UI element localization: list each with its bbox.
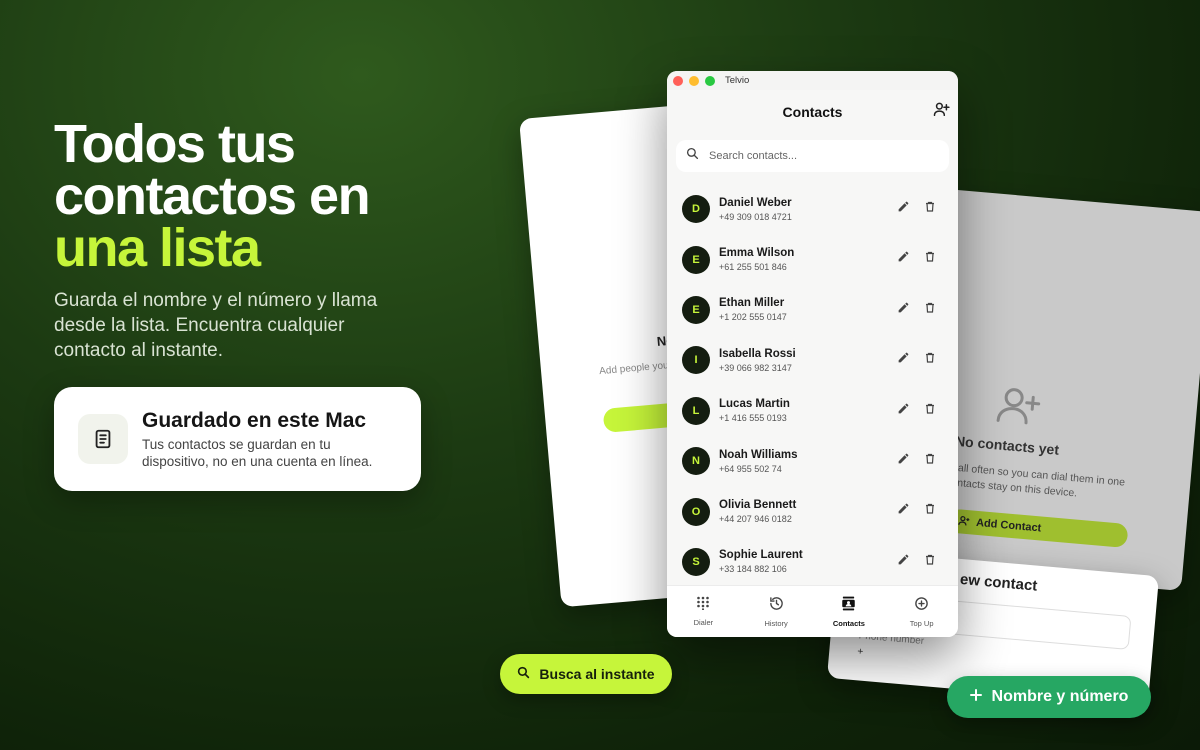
- contact-phone: +61 255 501 846: [719, 262, 787, 273]
- hero-title-line3: una lista: [54, 218, 261, 278]
- search-icon: [686, 147, 699, 165]
- trash-icon[interactable]: [924, 250, 936, 268]
- list-item[interactable]: N Noah Williams +64 955 502 74: [667, 436, 958, 486]
- add-contact-button: Add Contact: [947, 508, 1129, 549]
- add-contact-label: Add Contact: [975, 516, 1042, 535]
- edit-icon[interactable]: [897, 250, 910, 268]
- list-item[interactable]: D Daniel Weber +49 309 018 4721: [667, 184, 958, 234]
- history-icon: [769, 596, 784, 616]
- contact-phone: +39 066 982 3147: [719, 362, 792, 373]
- contact-phone: +33 184 882 106: [719, 564, 787, 575]
- name-number-pill: Nombre y número: [947, 676, 1151, 718]
- list-item[interactable]: O Olivia Bennett +44 207 946 0182: [667, 486, 958, 536]
- trash-icon[interactable]: [924, 351, 936, 369]
- avatar: I: [682, 346, 710, 375]
- tab-label: Dialer: [693, 618, 714, 627]
- contact-phone: +49 309 018 4721: [719, 211, 792, 222]
- avatar: E: [682, 295, 710, 324]
- edit-icon[interactable]: [897, 402, 910, 420]
- contact-list: D Daniel Weber +49 309 018 4721 E Emma Wi…: [667, 184, 958, 587]
- empty-state-title: No contacts yet: [954, 432, 1060, 458]
- name-number-label: Nombre y número: [991, 688, 1129, 705]
- avatar: N: [682, 447, 710, 476]
- contact-name: Isabella Rossi: [719, 347, 796, 360]
- add-person-icon: [994, 384, 1044, 433]
- trash-icon[interactable]: [924, 402, 936, 420]
- hero-subtitle: Guarda el nombre y el número y llama des…: [54, 290, 378, 361]
- minimize-window-button[interactable]: [689, 75, 699, 86]
- list-item[interactable]: S Sophie Laurent +33 184 882 106: [667, 537, 958, 587]
- contact-name: Ethan Miller: [719, 297, 785, 310]
- contact-phone: +64 955 502 74: [719, 463, 782, 474]
- plus-icon: [969, 688, 982, 706]
- edit-icon[interactable]: [897, 553, 910, 571]
- edit-icon[interactable]: [897, 452, 910, 470]
- tab-dialer[interactable]: Dialer: [667, 586, 740, 637]
- empty-state-subtitle: call often so you can dial them in one o…: [950, 461, 1126, 500]
- edit-icon[interactable]: [897, 351, 910, 369]
- contact-name: Emma Wilson: [719, 247, 795, 260]
- contact-phone: +1 416 555 0193: [719, 413, 787, 424]
- contact-name: Olivia Bennett: [719, 499, 797, 512]
- list-item[interactable]: L Lucas Martin +1 416 555 0193: [667, 386, 958, 436]
- search-placeholder: Search contacts...: [709, 150, 798, 162]
- contact-name: Sophie Laurent: [719, 549, 803, 562]
- list-item[interactable]: I Isabella Rossi +39 066 982 3147: [667, 335, 958, 385]
- list-item[interactable]: E Emma Wilson +61 255 501 846: [667, 234, 958, 284]
- avatar: E: [682, 245, 710, 274]
- contact-name: Noah Williams: [719, 448, 798, 461]
- contact-name: Lucas Martin: [719, 398, 790, 411]
- close-window-button[interactable]: [673, 75, 683, 86]
- trash-icon[interactable]: [924, 553, 936, 571]
- page-title: Contacts: [782, 104, 843, 120]
- search-feature-pill: Busca al instante: [500, 654, 672, 694]
- tab-label: Contacts: [832, 618, 865, 628]
- phone-prefix: +: [856, 646, 864, 658]
- search-icon: [517, 666, 530, 682]
- app-name: Telvio: [725, 75, 750, 86]
- plus-circle-icon: [914, 596, 929, 616]
- search-feature-label: Busca al instante: [539, 666, 655, 682]
- tab-history[interactable]: History: [740, 586, 813, 637]
- trash-icon[interactable]: [924, 200, 936, 218]
- add-person-small-icon: [958, 515, 971, 529]
- keypad-icon: [696, 596, 710, 615]
- document-icon: [78, 414, 128, 464]
- header: Contacts: [667, 90, 958, 134]
- info-card-text: Tus contactos se guardan en tu dispositi…: [142, 436, 373, 469]
- hero-title-line2: contactos en: [54, 166, 371, 226]
- add-person-icon[interactable]: [933, 102, 950, 121]
- list-item[interactable]: E Ethan Miller +1 202 555 0147: [667, 285, 958, 335]
- new-contact-title: ew contact: [959, 570, 1038, 595]
- title-bar: Telvio: [667, 71, 958, 90]
- hero-title: Todos tus contactos en una lista: [54, 114, 474, 278]
- zoom-window-button[interactable]: [705, 75, 715, 86]
- tab-top-up[interactable]: Top Up: [885, 586, 958, 637]
- avatar: D: [682, 195, 710, 224]
- avatar: L: [682, 396, 710, 425]
- trash-icon[interactable]: [924, 452, 936, 470]
- tab-contacts[interactable]: Contacts: [813, 586, 886, 637]
- app-window: Telvio Contacts Search contacts... D Dan…: [667, 71, 958, 637]
- contacts-icon: [841, 596, 856, 616]
- info-card-title: Guardado en este Mac: [142, 408, 367, 432]
- tab-bar: Dialer History Contacts Top Up: [667, 585, 958, 637]
- edit-icon[interactable]: [897, 301, 910, 319]
- contact-phone: +44 207 946 0182: [719, 514, 792, 525]
- avatar: O: [682, 497, 710, 526]
- trash-icon[interactable]: [924, 502, 936, 520]
- edit-icon[interactable]: [897, 502, 910, 520]
- edit-icon[interactable]: [897, 200, 910, 218]
- tab-label: History: [764, 618, 788, 628]
- avatar: S: [682, 547, 710, 576]
- info-card: Guardado en este Mac Tus contactos se gu…: [54, 387, 421, 491]
- tab-label: Top Up: [909, 618, 934, 628]
- hero-title-line1: Todos tus: [54, 114, 296, 174]
- contact-phone: +1 202 555 0147: [719, 312, 787, 323]
- search-input[interactable]: Search contacts...: [676, 140, 949, 172]
- trash-icon[interactable]: [924, 301, 936, 319]
- contact-name: Daniel Weber: [719, 196, 792, 209]
